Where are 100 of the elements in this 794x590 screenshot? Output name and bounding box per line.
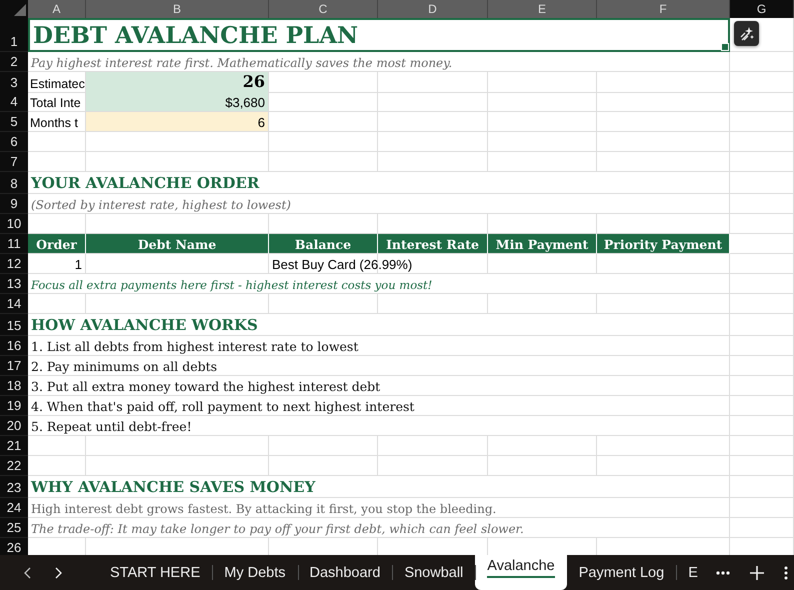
empty-cell[interactable] (488, 294, 597, 314)
row-number: 17 (0, 356, 28, 376)
column-header-letter[interactable]: A (28, 0, 86, 18)
row-label: Months t (29, 116, 79, 131)
empty-cell[interactable] (378, 92, 488, 112)
column-header-letter[interactable]: E (488, 0, 597, 18)
empty-cell[interactable] (597, 112, 730, 132)
sheet-tab[interactable]: Payment Log (566, 555, 676, 590)
column-header-letter[interactable]: B (86, 0, 269, 18)
merged-cell[interactable]: 2. Pay minimums on all debts (28, 356, 730, 376)
empty-cell[interactable] (730, 294, 794, 314)
sheet-tab[interactable]: START HERE (98, 555, 212, 590)
empty-cell[interactable] (488, 132, 597, 152)
sheet-tab[interactable]: My Debts (212, 555, 298, 590)
empty-cell[interactable] (730, 112, 794, 132)
empty-cell[interactable] (730, 476, 794, 498)
empty-cell[interactable] (730, 518, 794, 538)
column-header-letter[interactable]: D (378, 0, 488, 18)
row-number: 7 (0, 152, 28, 172)
empty-cell[interactable] (86, 294, 269, 314)
empty-cell[interactable] (86, 152, 269, 172)
empty-cell[interactable] (269, 152, 378, 172)
empty-cell[interactable] (730, 416, 794, 436)
empty-cell[interactable] (730, 72, 794, 93)
empty-cell[interactable] (378, 152, 488, 172)
empty-cell[interactable] (730, 436, 794, 456)
sheet-tab[interactable]: Snowball (392, 555, 476, 590)
magic-wand-button[interactable] (734, 21, 759, 46)
sheet-tab[interactable]: Dashboard (298, 555, 392, 590)
merged-cell[interactable]: Focus all extra payments here first - highest interest costs you most! (28, 274, 730, 294)
empty-cell[interactable] (730, 194, 794, 214)
empty-cell[interactable] (597, 254, 730, 274)
empty-cell[interactable] (269, 294, 378, 314)
body-text: 1. List all debts from highest interest rate to lowest (30, 339, 360, 355)
column-header-letter[interactable]: C (269, 0, 378, 18)
merged-cell[interactable]: 5. Repeat until debt-free! (28, 416, 730, 436)
empty-cell[interactable] (269, 456, 378, 476)
empty-cell[interactable] (488, 112, 597, 132)
empty-cell[interactable] (597, 72, 730, 93)
empty-cell[interactable] (730, 152, 794, 172)
merged-cell[interactable]: 4. When that's paid off, roll payment to next highest interest (28, 396, 730, 416)
merged-cell[interactable]: WHY AVALANCHE SAVES MONEY (28, 476, 730, 498)
empty-cell[interactable] (269, 436, 378, 456)
empty-cell[interactable] (730, 254, 794, 274)
empty-cell[interactable] (597, 294, 730, 314)
empty-cell[interactable] (378, 112, 488, 132)
selected-cell-range[interactable]: DEBT AVALANCHE PLAN (28, 18, 730, 52)
empty-cell[interactable] (730, 92, 794, 112)
empty-cell[interactable] (730, 18, 794, 52)
empty-cell[interactable] (730, 274, 794, 294)
empty-cell[interactable] (86, 456, 269, 476)
empty-cell[interactable] (597, 436, 730, 456)
empty-cell[interactable] (730, 314, 794, 336)
empty-cell[interactable] (378, 436, 488, 456)
merged-cell[interactable]: 3. Put all extra money toward the highest interest debt (28, 376, 730, 396)
empty-cell[interactable] (597, 456, 730, 476)
merged-cell[interactable]: (Sorted by interest rate, highest to lowest) (28, 194, 730, 214)
empty-cell[interactable] (597, 92, 730, 112)
empty-cell[interactable] (488, 456, 597, 476)
next-sheet-icon[interactable] (54, 566, 62, 578)
empty-cell[interactable] (378, 72, 488, 93)
merged-cell[interactable]: HOW AVALANCHE WORKS (28, 314, 730, 336)
empty-cell[interactable] (730, 214, 794, 234)
empty-cell[interactable] (269, 132, 378, 152)
more-icon[interactable] (716, 570, 730, 574)
empty-cell[interactable] (488, 72, 597, 93)
merged-cell[interactable]: High interest debt grows fastest. By attacking it first, you stop the bleeding. (28, 498, 730, 518)
empty-cell[interactable] (730, 498, 794, 518)
empty-cell[interactable] (86, 132, 269, 152)
empty-cell[interactable] (488, 436, 597, 456)
column-header-letter[interactable]: F (597, 0, 730, 18)
select-all-icon[interactable] (14, 4, 26, 16)
empty-cell[interactable] (730, 336, 794, 356)
sheet-tab[interactable]: E (676, 555, 710, 590)
empty-cell[interactable] (86, 254, 269, 274)
empty-cell[interactable] (730, 356, 794, 376)
empty-cell[interactable] (488, 152, 597, 172)
merged-cell[interactable]: The trade-off: It may take longer to pay off your first debt, which can feel slower. (28, 518, 730, 538)
merged-cell[interactable]: YOUR AVALANCHE ORDER (28, 172, 730, 194)
merged-cell[interactable]: 1. List all debts from highest interest rate to lowest (28, 336, 730, 356)
metric-value: 6 (256, 115, 266, 131)
fill-handle[interactable] (721, 43, 729, 51)
empty-cell[interactable] (730, 376, 794, 396)
empty-cell[interactable] (86, 436, 269, 456)
options-icon[interactable] (784, 566, 788, 580)
add-sheet-icon[interactable] (750, 566, 764, 580)
empty-cell[interactable] (378, 132, 488, 152)
empty-cell[interactable] (730, 396, 794, 416)
empty-cell[interactable] (730, 52, 794, 72)
previous-sheet-icon[interactable] (24, 566, 32, 578)
empty-cell[interactable] (378, 456, 488, 476)
empty-cell[interactable] (488, 92, 597, 112)
empty-cell[interactable] (488, 254, 597, 274)
empty-cell[interactable] (730, 132, 794, 152)
empty-cell[interactable] (597, 152, 730, 172)
empty-cell[interactable] (730, 456, 794, 476)
empty-cell[interactable] (597, 132, 730, 152)
sheet-tab[interactable]: Avalanche (475, 555, 567, 590)
empty-cell[interactable] (730, 172, 794, 194)
empty-cell[interactable] (378, 294, 488, 314)
